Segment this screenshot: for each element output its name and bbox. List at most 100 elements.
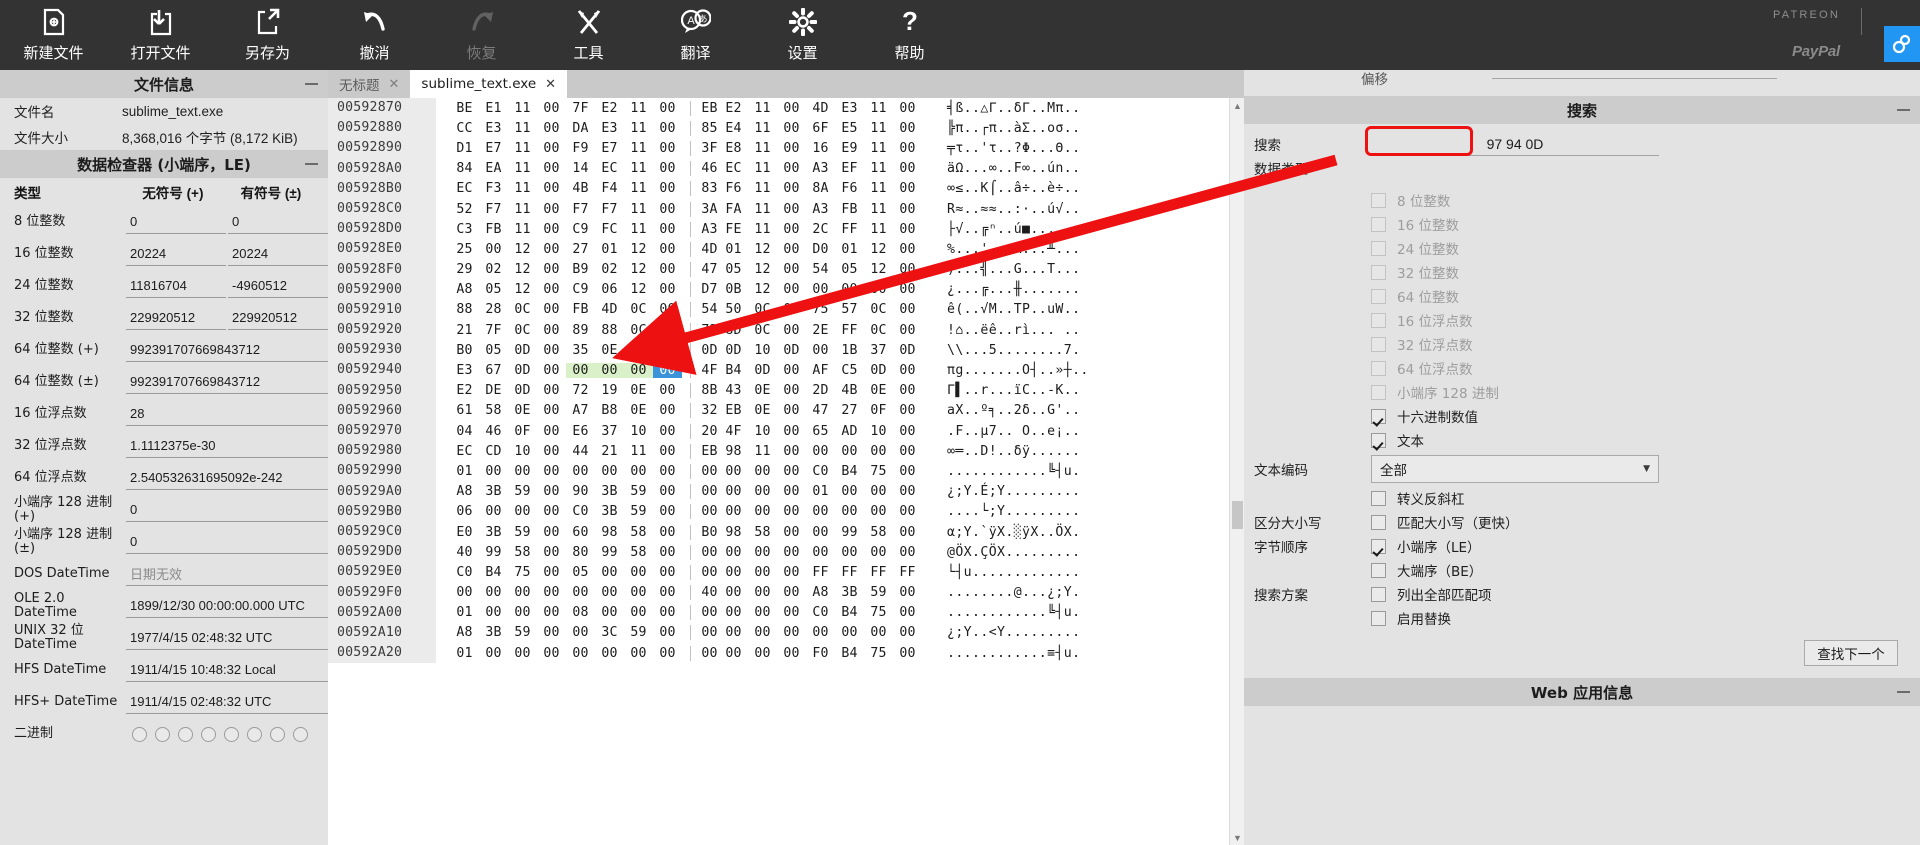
hex-byte[interactable]: 00	[893, 282, 922, 297]
hex-byte[interactable]: 61	[450, 403, 479, 418]
hex-byte[interactable]: 58	[864, 525, 893, 540]
hex-row[interactable]: 005929D0 40 99 58 00 80 99 58 00 00 00 00 00 00 00 00 00…	[328, 542, 1244, 563]
hex-byte[interactable]: 00	[537, 403, 566, 418]
hex-byte[interactable]: 00	[893, 161, 922, 176]
hex-byte[interactable]: 01	[450, 605, 479, 620]
hex-ascii[interactable]: ....└;Y.........	[947, 504, 1080, 519]
hex-byte[interactable]: F4	[595, 181, 624, 196]
binary-bit-toggle[interactable]	[201, 726, 216, 742]
hex-byte[interactable]: FB	[835, 202, 864, 217]
hex-byte[interactable]: 00	[806, 504, 835, 519]
hex-row[interactable]: 005929F0 00 00 00 00 00 00 00 00 40 00 00 00 A8 3B 59 00…	[328, 582, 1244, 603]
hex-byte[interactable]: A8	[806, 585, 835, 600]
hex-byte[interactable]: F6	[719, 181, 748, 196]
binary-bit-toggle[interactable]	[270, 726, 285, 742]
hex-byte[interactable]: 01	[719, 242, 748, 257]
hex-byte[interactable]: B4	[835, 464, 864, 479]
hex-byte[interactable]: 21	[595, 444, 624, 459]
hex-byte[interactable]: 00	[653, 101, 682, 116]
hex-byte[interactable]: 25	[450, 242, 479, 257]
hex-byte[interactable]: 00	[777, 282, 806, 297]
hex-byte[interactable]: 00	[537, 363, 566, 378]
hex-byte[interactable]: 8D	[719, 323, 748, 338]
hex-byte[interactable]: 59	[624, 484, 653, 499]
toolbar-button-settings[interactable]: 设置	[749, 0, 856, 70]
hex-byte[interactable]: 59	[624, 625, 653, 640]
binary-bit-toggle[interactable]	[155, 726, 170, 742]
hex-bytes[interactable]: 06 00 00 00 C0 3B 59 00 00 00 00 00 00 00 00 00	[436, 504, 922, 520]
hex-byte[interactable]: A8	[450, 282, 479, 297]
byteorder-checkbox[interactable]	[1371, 538, 1386, 554]
hex-byte[interactable]: 00	[893, 605, 922, 620]
hex-byte[interactable]: 00	[537, 222, 566, 237]
hex-byte[interactable]: 00	[653, 504, 682, 519]
hex-byte[interactable]: 00	[537, 585, 566, 600]
hex-byte[interactable]: 0E	[624, 403, 653, 418]
hex-byte[interactable]: 00	[653, 605, 682, 620]
datatype-checkbox[interactable]	[1371, 240, 1386, 256]
hex-byte[interactable]: B8	[595, 403, 624, 418]
hex-byte[interactable]: 05	[719, 262, 748, 277]
datatype-checkbox[interactable]	[1371, 336, 1386, 352]
hex-byte[interactable]: EB	[690, 443, 719, 459]
hex-byte[interactable]: 01	[450, 646, 479, 661]
hex-byte[interactable]: A8	[450, 484, 479, 499]
hex-bytes[interactable]: 25 00 12 00 27 01 12 00 4D 01 12 00 D0 01 12 00	[436, 241, 922, 257]
hex-byte[interactable]: 00	[624, 464, 653, 479]
hex-ascii[interactable]: ¿;Y..<Y.........	[947, 625, 1080, 640]
hex-byte[interactable]: 00	[653, 383, 682, 398]
hex-byte[interactable]: 58	[508, 545, 537, 560]
hex-byte[interactable]: 00	[537, 302, 566, 317]
hex-byte[interactable]: C3	[450, 222, 479, 237]
hex-byte[interactable]: 00	[835, 484, 864, 499]
hex-byte[interactable]: 0C	[508, 323, 537, 338]
hex-byte[interactable]: 72	[566, 383, 595, 398]
datatype-checkbox[interactable]	[1371, 216, 1386, 232]
hex-byte[interactable]: 4D	[690, 241, 719, 257]
hex-byte[interactable]: 00	[893, 484, 922, 499]
hex-byte[interactable]: FA	[719, 202, 748, 217]
toolbar-button-redo[interactable]: 恢复	[428, 0, 535, 70]
inspector-signed-value[interactable]: 20224	[228, 242, 328, 266]
hex-byte[interactable]: 0D	[508, 363, 537, 378]
hex-byte[interactable]: 0E	[748, 383, 777, 398]
hex-byte[interactable]: 01	[595, 242, 624, 257]
hex-byte[interactable]: 85	[690, 120, 719, 136]
hex-byte[interactable]: 4D	[595, 302, 624, 317]
hex-bytes[interactable]: E2 DE 0D 00 72 19 0E 00 8B 43 0E 00 2D 4B 0E 00	[436, 383, 922, 399]
hex-byte[interactable]: 00	[690, 605, 719, 621]
hex-ascii[interactable]: @ÖX.ÇÖX.........	[947, 545, 1080, 560]
datatype-checkbox[interactable]	[1371, 384, 1386, 400]
scheme-checkbox[interactable]	[1371, 610, 1386, 626]
hex-byte[interactable]: 00	[508, 585, 537, 600]
hex-byte[interactable]: 11	[624, 161, 653, 176]
inspector-unsigned-value[interactable]: 229920512	[126, 306, 226, 330]
hex-byte[interactable]: 11	[508, 202, 537, 217]
hex-ascii[interactable]: ├√..╔ⁿ..ú■.., .	[947, 222, 1080, 237]
hex-byte[interactable]: 00	[719, 504, 748, 519]
datatype-checkbox[interactable]	[1371, 432, 1386, 448]
hex-byte[interactable]: 0D	[719, 343, 748, 358]
hex-byte[interactable]: 00	[777, 242, 806, 257]
toolbar-button-open-file[interactable]: 打开文件	[107, 0, 214, 70]
hex-byte[interactable]: 3B	[595, 504, 624, 519]
hex-ascii[interactable]: ¿;Y.É;Y.........	[947, 484, 1080, 499]
hex-byte[interactable]: 00	[748, 464, 777, 479]
binary-bit-toggle[interactable]	[293, 726, 308, 742]
hex-byte[interactable]: 0C	[748, 302, 777, 317]
hex-byte[interactable]: 0D	[508, 343, 537, 358]
hex-view[interactable]: 00592870 BE E1 11 00 7F E2 11 00 EB E2 11 00 4D E3 11 00…	[328, 98, 1244, 845]
hex-byte[interactable]: FF	[893, 565, 922, 580]
hex-byte[interactable]: E2	[595, 101, 624, 116]
hex-ascii[interactable]: πg.......O┤..»┼..	[947, 363, 1089, 378]
hex-byte[interactable]: 00	[653, 525, 682, 540]
hex-byte[interactable]: 00	[864, 625, 893, 640]
hex-byte[interactable]: C0	[566, 504, 595, 519]
hex-byte[interactable]: 00	[653, 484, 682, 499]
hex-byte[interactable]: FF	[835, 565, 864, 580]
hex-byte[interactable]: 59	[864, 585, 893, 600]
hex-bytes[interactable]: A8 3B 59 00 90 3B 59 00 00 00 00 00 01 00 00 00	[436, 484, 922, 500]
hex-byte[interactable]: 00	[864, 504, 893, 519]
hex-row[interactable]: 00592A10 A8 3B 59 00 00 3C 59 00 00 00 00 00 00 00 00 00…	[328, 622, 1244, 644]
hex-byte[interactable]: 00	[864, 444, 893, 459]
